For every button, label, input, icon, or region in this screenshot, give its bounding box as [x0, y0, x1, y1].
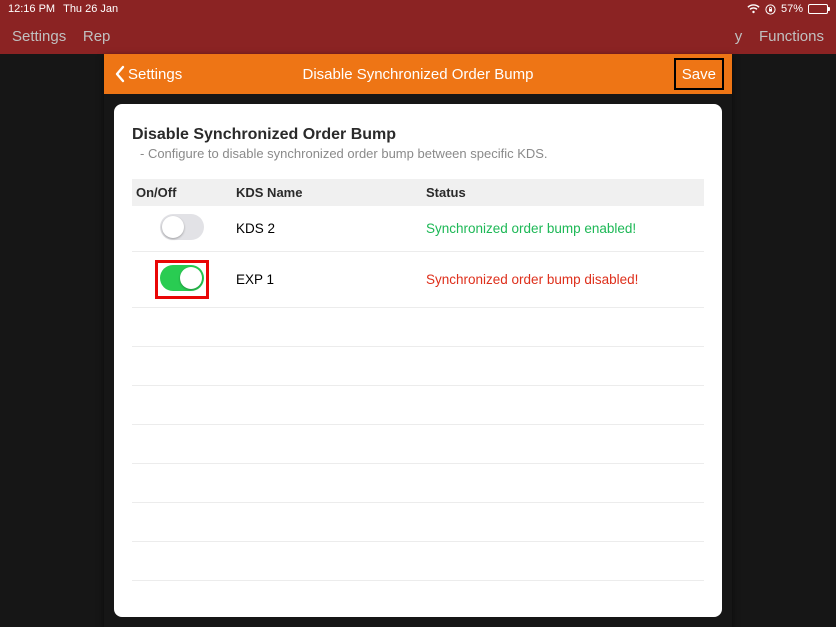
modal-header: Settings Disable Synchronized Order Bump…: [104, 54, 732, 94]
col-status: Status: [422, 179, 704, 206]
toolbar-reports-button[interactable]: Rep: [83, 28, 111, 45]
table-row-empty: [132, 542, 704, 581]
save-button[interactable]: Save: [682, 66, 716, 83]
toolbar-settings-button[interactable]: Settings: [12, 28, 66, 45]
toolbar-functions-button[interactable]: Functions: [759, 28, 824, 45]
kds-name-cell: EXP 1: [232, 252, 422, 308]
table-row: KDS 2Synchronized order bump enabled!: [132, 206, 704, 252]
statusbar-time: 12:16 PM: [8, 3, 55, 15]
kds-table: On/Off KDS Name Status KDS 2Synchronized…: [132, 179, 704, 617]
back-label: Settings: [128, 66, 182, 83]
section-title: Disable Synchronized Order Bump: [132, 126, 704, 144]
toggle-highlight: [155, 260, 209, 299]
table-row-empty: [132, 425, 704, 464]
save-button-highlight: Save: [674, 58, 724, 90]
table-row: EXP 1Synchronized order bump disabled!: [132, 252, 704, 308]
modal-disable-sync-order-bump: Settings Disable Synchronized Order Bump…: [104, 54, 732, 627]
app-toolbar: Settings Rep y Functions: [0, 18, 836, 54]
modal-content: Disable Synchronized Order Bump - Config…: [114, 104, 722, 617]
table-row-empty: [132, 464, 704, 503]
wifi-icon: [747, 4, 760, 14]
toolbar-partial-item[interactable]: y: [735, 28, 743, 45]
battery-icon: [808, 4, 828, 14]
status-cell: Synchronized order bump enabled!: [422, 206, 704, 252]
orientation-lock-icon: [765, 4, 776, 15]
section-subtitle: - Configure to disable synchronized orde…: [140, 146, 704, 161]
statusbar-date: Thu 26 Jan: [63, 3, 118, 15]
col-onoff: On/Off: [132, 179, 232, 206]
modal-title: Disable Synchronized Order Bump: [104, 66, 732, 83]
table-body: KDS 2Synchronized order bump enabled!EXP…: [132, 206, 704, 617]
chevron-left-icon: [114, 65, 126, 83]
col-kdsname: KDS Name: [232, 179, 422, 206]
table-row-empty: [132, 581, 704, 618]
back-button[interactable]: Settings: [104, 65, 182, 83]
toggle-switch[interactable]: [160, 214, 204, 240]
statusbar-battery-pct: 57%: [781, 3, 803, 15]
table-row-empty: [132, 503, 704, 542]
table-row-empty: [132, 347, 704, 386]
table-header-row: On/Off KDS Name Status: [132, 179, 704, 206]
status-cell: Synchronized order bump disabled!: [422, 252, 704, 308]
toggle-switch[interactable]: [160, 265, 204, 291]
table-row-empty: [132, 386, 704, 425]
device-statusbar: 12:16 PM Thu 26 Jan 57%: [0, 0, 836, 18]
kds-name-cell: KDS 2: [232, 206, 422, 252]
table-row-empty: [132, 308, 704, 347]
